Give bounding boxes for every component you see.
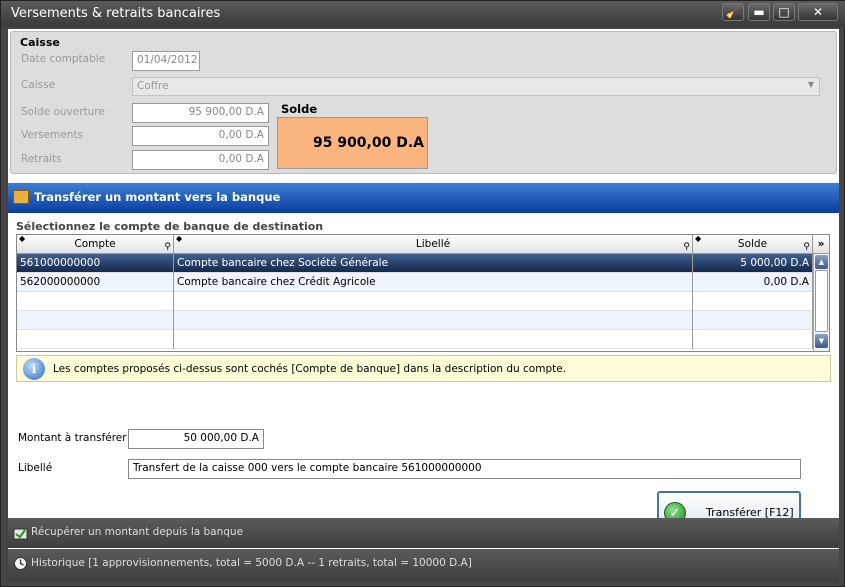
info-icon: i [23,358,45,380]
montant-input[interactable]: 50 000,00 D.A [128,429,264,449]
vertical-scrollbar[interactable]: ▲ ▼ [813,254,829,351]
cell-libelle: Compte bancaire chez Crédit Agricole [174,273,693,292]
column-header-compte[interactable]: ◆ Compte ⚲ [17,235,174,254]
versements-field[interactable]: 0,00 D.A [132,126,269,146]
transfer-section-title: Transférer un montant vers la banque [34,190,281,204]
select-account-title: Sélectionnez le compte de banque de dest… [16,220,324,233]
table-row[interactable]: 562000000000 Compte bancaire chez Crédit… [17,273,813,292]
cell-libelle: Compte bancaire chez Société Générale [174,254,693,273]
window-title: Versements & retraits bancaires [11,6,221,21]
column-header-solde[interactable]: ◆ Solde ⚲ [693,235,813,254]
close-button[interactable]: ✕ [798,3,838,21]
caisse-select[interactable]: Coffre ▼ [132,77,820,96]
scroll-up-icon[interactable]: ▲ [815,255,828,269]
retraits-field[interactable]: 0,00 D.A [132,150,269,170]
filter-icon[interactable]: ⚲ [164,242,171,252]
versements-label: Versements [21,129,84,141]
history-icon [14,557,27,570]
cell-compte: 561000000000 [17,254,174,273]
caisse-group: Caisse Date comptable 01/04/2012 Caisse … [10,31,837,174]
sort-icon: ◆ [695,234,702,243]
caisse-label: Caisse [21,79,56,91]
filter-icon[interactable]: ⚲ [683,242,690,252]
solde-label: Solde [281,102,318,116]
transfer-to-bank-icon [13,190,29,204]
empty-row [17,330,813,349]
empty-row [17,292,813,311]
filter-icon[interactable]: ⚲ [803,242,810,252]
column-header-libelle[interactable]: ◆ Libellé ⚲ [174,235,693,254]
table-row[interactable]: 561000000000 Compte bancaire chez Sociét… [17,254,813,273]
info-text: Les comptes proposés ci-dessus sont coch… [53,363,567,375]
cell-solde: 0,00 D.A [693,273,813,292]
empty-row [17,311,813,330]
scroll-thumb[interactable] [815,270,828,332]
sort-icon: ◆ [19,234,26,243]
solde-ouverture-label: Solde ouverture [21,106,105,118]
libelle-input[interactable]: Transfert de la caisse 000 vers le compt… [128,459,801,479]
column-header-label: Compte [74,238,116,250]
recuperer-section-title: Récupérer un montant depuis la banque [31,526,244,538]
info-message: i Les comptes proposés ci-dessus sont co… [16,355,831,382]
historique-section-title: Historique [1 approvisionnements, total … [31,557,472,569]
accounts-grid: ◆ Compte ⚲ ◆ Libellé ⚲ ◆ Solde ⚲ » 56100… [16,234,830,352]
bank-retrieve-icon [13,528,28,540]
retraits-label: Retraits [21,153,62,165]
cell-solde: 5 000,00 D.A [693,254,813,273]
caisse-select-value: Coffre [137,80,169,92]
maximize-button[interactable]: □ [773,3,795,21]
expand-icon[interactable]: » [813,235,829,254]
column-header-label: Solde [737,238,768,250]
recuperer-section-header[interactable]: Récupérer un montant depuis la banque [8,518,839,548]
minimize-button[interactable]: ▬ [748,3,770,21]
transfer-panel: Sélectionnez le compte de banque de dest… [8,213,839,535]
solde-ouverture-field[interactable]: 95 900,00 D.A [132,103,269,123]
transfer-section-header[interactable]: Transférer un montant vers la banque [8,183,839,213]
content-area: Caisse Date comptable 01/04/2012 Caisse … [8,29,839,582]
date-comptable-field[interactable]: 01/04/2012 [132,51,200,71]
scroll-down-icon[interactable]: ▼ [815,334,828,348]
column-header-label: Libellé [415,238,451,250]
skin-button[interactable]: 🧹 [722,3,744,21]
grid-header: ◆ Compte ⚲ ◆ Libellé ⚲ ◆ Solde ⚲ » [17,235,829,254]
cell-compte: 562000000000 [17,273,174,292]
solde-value: 95 900,00 D.A [277,117,428,169]
libelle-label: Libellé [18,462,53,474]
chevron-down-icon: ▼ [807,80,814,89]
caisse-group-title: Caisse [20,36,60,49]
historique-section-header[interactable]: Historique [1 approvisionnements, total … [8,549,839,582]
window: Versements & retraits bancaires 🧹 ▬ □ ✕ … [0,0,845,587]
title-bar: Versements & retraits bancaires 🧹 ▬ □ ✕ [1,1,845,27]
date-comptable-label: Date comptable [21,53,106,65]
sort-icon: ◆ [176,234,183,243]
montant-label: Montant à transférer [18,432,127,444]
